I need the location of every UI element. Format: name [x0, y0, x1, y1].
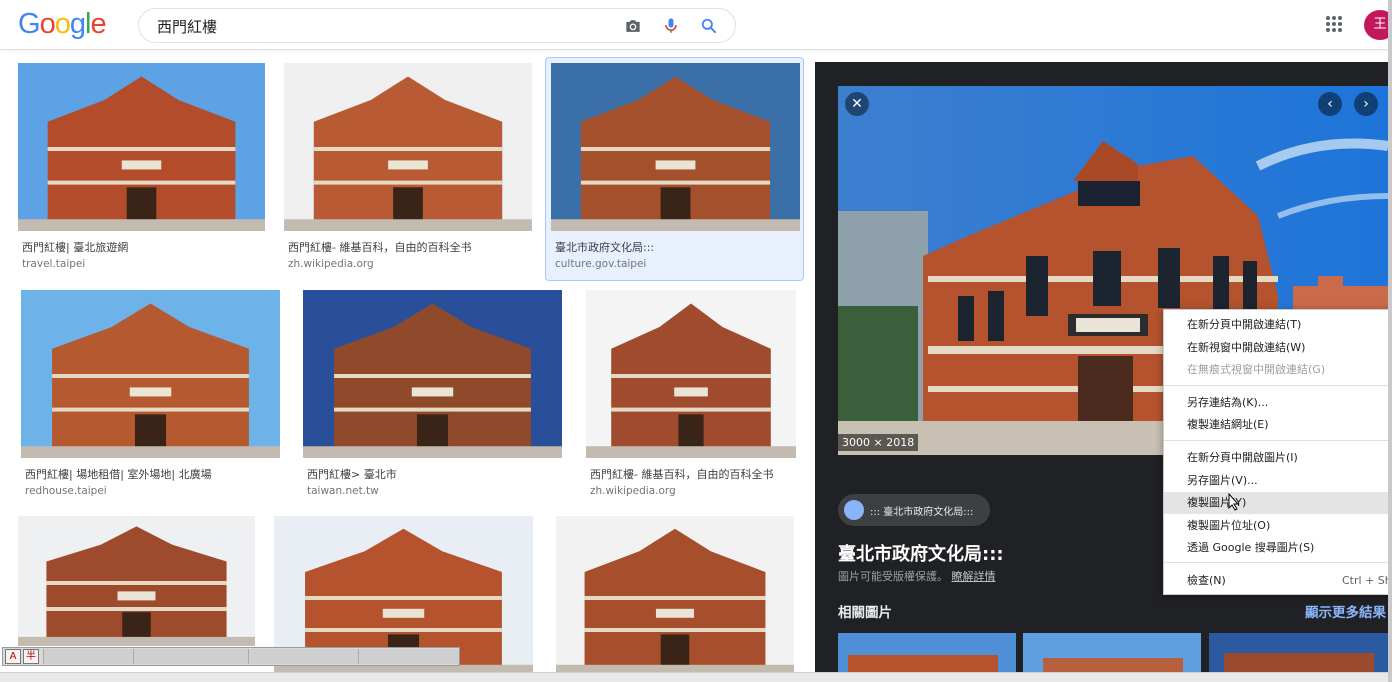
search-icon[interactable] — [699, 16, 719, 36]
image-result-card[interactable]: 西門紅樓> 臺北市 taiwan.net.tw — [303, 290, 562, 514]
mouse-cursor-icon — [1228, 493, 1240, 511]
google-logo[interactable]: Google — [18, 8, 107, 41]
menu-item-label: 複製連結網址(E) — [1187, 418, 1269, 431]
image-result-card[interactable]: 西門紅樓| 臺北旅遊網 travel.taipei — [18, 63, 265, 287]
ime-segment — [43, 649, 133, 664]
red-house-photo — [303, 290, 562, 458]
context-menu-item: 在無痕式視窗中開啟連結(G) — [1164, 359, 1392, 381]
ime-segment — [248, 649, 358, 664]
red-house-photo — [18, 63, 265, 231]
context-menu-item[interactable]: 複製連結網址(E) — [1164, 414, 1392, 436]
menu-item-label: 複製圖片位址(O) — [1187, 519, 1271, 532]
result-title[interactable]: 西門紅樓| 場地租借| 室外場地| 北廣場 — [25, 466, 212, 482]
menu-item-label: 在新分頁中開啟圖片(I) — [1187, 451, 1298, 464]
ime-segment — [358, 649, 459, 664]
result-title[interactable]: 西門紅樓- 維基百科，自由的百科全书 — [590, 466, 773, 482]
chevron-right-icon[interactable]: › — [1354, 92, 1378, 116]
search-header: Google 王 — [0, 0, 1392, 50]
context-menu-item[interactable]: 檢查(N) Ctrl + Sh — [1164, 570, 1392, 592]
red-house-photo — [18, 516, 255, 646]
ime-width-key[interactable]: 半 — [23, 649, 39, 664]
menu-item-label: 在新分頁中開啟連結(T) — [1187, 318, 1302, 331]
context-menu-item[interactable]: 在新分頁中開啟圖片(I) — [1164, 447, 1392, 469]
show-more-link[interactable]: 顯示更多結果 — [1305, 601, 1386, 621]
result-thumbnail[interactable] — [18, 63, 265, 231]
menu-item-label: 在無痕式視窗中開啟連結(G) — [1187, 363, 1326, 376]
result-thumbnail[interactable] — [586, 290, 796, 458]
result-source: redhouse.taipei — [25, 485, 107, 497]
ime-segment — [133, 649, 248, 664]
status-bar — [0, 672, 1392, 682]
preview-title[interactable]: 臺北市政府文化局::: — [838, 540, 1004, 566]
context-menu-item[interactable]: 複製圖片(Y) — [1164, 492, 1392, 514]
result-thumbnail[interactable] — [21, 290, 280, 458]
logo-letter: G — [18, 8, 41, 40]
result-thumbnail[interactable] — [551, 63, 800, 231]
result-source: zh.wikipedia.org — [590, 485, 676, 497]
menu-item-label: 另存圖片(V)... — [1187, 474, 1258, 487]
apps-grid-icon[interactable] — [1324, 14, 1344, 34]
menu-separator — [1164, 562, 1392, 563]
menu-item-label: 在新視窗中開啟連結(W) — [1187, 341, 1306, 354]
menu-separator — [1164, 385, 1392, 386]
red-house-photo — [556, 516, 794, 676]
image-result-card[interactable]: 西門紅樓- 維基百科，自由的百科全书 zh.wikipedia.org — [284, 63, 532, 287]
image-result-card[interactable] — [556, 516, 794, 676]
camera-icon[interactable] — [623, 16, 643, 36]
ime-toolbar: A 半 — [2, 647, 460, 666]
ime-mode-key[interactable]: A — [5, 649, 21, 664]
image-dimensions: 3000 × 2018 — [838, 434, 919, 451]
search-input[interactable] — [157, 16, 597, 36]
logo-letter: o — [39, 8, 56, 40]
result-source: taiwan.net.tw — [307, 485, 379, 497]
result-title[interactable]: 西門紅樓| 臺北旅遊網 — [22, 239, 128, 255]
close-icon[interactable]: ✕ — [845, 92, 869, 116]
result-source: culture.gov.taipei — [555, 258, 647, 270]
menu-item-label: 另存連結為(K)... — [1187, 396, 1269, 409]
learn-more-link[interactable]: 瞭解詳情 — [952, 570, 996, 583]
red-house-photo — [284, 63, 532, 231]
related-images-heading: 相關圖片 — [838, 605, 892, 621]
image-result-card[interactable]: 西門紅樓| 場地租借| 室外場地| 北廣場 redhouse.taipei — [21, 290, 280, 514]
context-menu-item[interactable]: 在新視窗中開啟連結(W) — [1164, 337, 1392, 359]
image-result-card[interactable]: 西門紅樓- 維基百科，自由的百科全书 zh.wikipedia.org — [586, 290, 796, 514]
source-chip[interactable]: ::: 臺北市政府文化局::: — [838, 494, 990, 526]
context-menu-item[interactable]: 透過 Google 搜尋圖片(S) — [1164, 537, 1392, 559]
result-thumbnail[interactable] — [556, 516, 794, 676]
browser-viewport: Google 王 西門紅樓| 臺北旅遊網tra — [0, 0, 1392, 682]
red-house-photo — [586, 290, 796, 458]
image-result-card[interactable]: 臺北市政府文化局::: culture.gov.taipei — [545, 57, 804, 281]
menu-item-label: 檢查(N) — [1187, 574, 1226, 587]
menu-item-shortcut: Ctrl + Sh — [1342, 574, 1392, 587]
result-title[interactable]: 西門紅樓- 維基百科，自由的百科全书 — [288, 239, 471, 255]
result-thumbnail[interactable] — [303, 290, 562, 458]
result-source: travel.taipei — [22, 258, 86, 270]
context-menu-item[interactable]: 另存圖片(V)... — [1164, 470, 1392, 492]
menu-separator — [1164, 440, 1392, 441]
copyright-text: 圖片可能受版權保護。 — [838, 570, 948, 583]
context-menu-item[interactable]: 另存連結為(K)... — [1164, 392, 1392, 414]
menu-item-label: 透過 Google 搜尋圖片(S) — [1187, 541, 1315, 554]
microphone-icon[interactable] — [661, 16, 681, 36]
logo-letter: e — [90, 8, 106, 40]
result-title[interactable]: 西門紅樓> 臺北市 — [307, 466, 397, 482]
result-title[interactable]: 臺北市政府文化局::: — [555, 239, 654, 255]
result-thumbnail[interactable] — [284, 63, 532, 231]
image-result-card[interactable] — [18, 516, 255, 646]
search-box[interactable] — [138, 8, 736, 43]
source-chip-label: ::: 臺北市政府文化局::: — [870, 507, 974, 518]
result-thumbnail[interactable] — [18, 516, 255, 646]
result-source: zh.wikipedia.org — [288, 258, 374, 270]
red-house-photo — [21, 290, 280, 458]
red-house-photo — [551, 63, 800, 231]
logo-letter: o — [54, 8, 71, 40]
copyright-notice: 圖片可能受版權保護。 瞭解詳情 — [838, 568, 996, 584]
scrollbar[interactable] — [1388, 0, 1392, 682]
globe-icon — [844, 500, 864, 520]
context-menu-item[interactable]: 在新分頁中開啟連結(T) — [1164, 314, 1392, 336]
context-menu-item[interactable]: 複製圖片位址(O) — [1164, 515, 1392, 537]
logo-letter: g — [69, 8, 86, 40]
context-menu: 在新分頁中開啟連結(T) 在新視窗中開啟連結(W) 在無痕式視窗中開啟連結(G) 另存… — [1163, 309, 1392, 595]
chevron-left-icon[interactable]: ‹ — [1318, 92, 1342, 116]
